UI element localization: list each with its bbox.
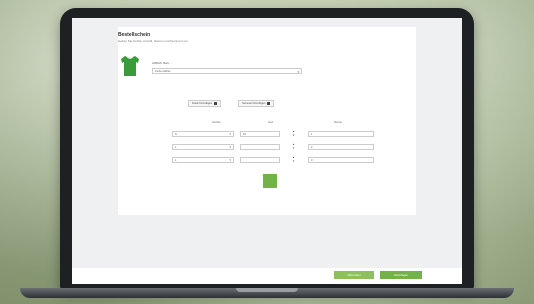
screen: Bestellschein Geben Sie Größe, Anzahl, N… — [72, 18, 462, 284]
name-value: 3 — [311, 159, 313, 162]
add-to-cart-button[interactable]: Hinzufügen — [380, 271, 422, 279]
size-select[interactable]: L ▾ — [172, 157, 234, 163]
dialog-title: Bestellschein — [118, 32, 151, 38]
chevron-down-icon: ▾ — [229, 132, 231, 136]
laptop-notch — [236, 288, 298, 292]
variant-select[interactable]: Farbe wählen ▾ — [152, 68, 302, 74]
add-print-option[interactable]: Druck hinzufügen — [188, 100, 221, 107]
add-number-option[interactable]: Nummer hinzufügen — [238, 100, 274, 107]
print-icon — [214, 101, 217, 106]
size-value: S — [175, 133, 177, 136]
size-value: L — [175, 159, 177, 162]
chevron-down-icon: ▾ — [229, 145, 231, 149]
name-input[interactable]: 3 — [308, 157, 374, 163]
column-header-size: Größe — [212, 120, 221, 124]
dialog-subtitle: Geben Sie Größe, Anzahl, Namen und Numme… — [118, 39, 188, 43]
qty-down-icon[interactable]: ▾ — [292, 134, 295, 137]
name-input[interactable]: 2 — [308, 144, 374, 150]
product-name: ADIDAS Trikot ... — [152, 62, 172, 65]
number-icon — [267, 101, 270, 106]
name-value: 1 — [311, 133, 313, 136]
variant-select-value: Farbe wählen — [155, 70, 171, 73]
cancel-button[interactable]: Abbrechen — [334, 271, 374, 279]
add-number-label: Nummer hinzufügen — [242, 102, 266, 105]
qty-input[interactable] — [240, 144, 280, 150]
qty-down-icon[interactable]: ▾ — [292, 147, 295, 150]
size-select[interactable]: S ▾ — [172, 131, 234, 137]
column-header-name: Name — [334, 120, 343, 124]
chevron-down-icon: ▾ — [229, 158, 231, 162]
add-row-button[interactable] — [263, 174, 277, 188]
qty-down-icon[interactable]: ▾ — [292, 160, 295, 163]
name-value: 2 — [311, 146, 313, 149]
qty-input[interactable] — [240, 157, 280, 163]
qty-input[interactable]: 10 — [240, 131, 280, 137]
size-select[interactable]: L ▾ — [172, 144, 234, 150]
column-header-qty: Anz. — [268, 120, 275, 124]
size-value: L — [175, 146, 177, 149]
add-print-label: Druck hinzufügen — [192, 102, 213, 105]
name-input[interactable]: 1 — [308, 131, 374, 137]
qty-value: 10 — [243, 133, 246, 136]
chevron-down-icon: ▾ — [297, 70, 299, 74]
tshirt-icon — [121, 56, 139, 76]
